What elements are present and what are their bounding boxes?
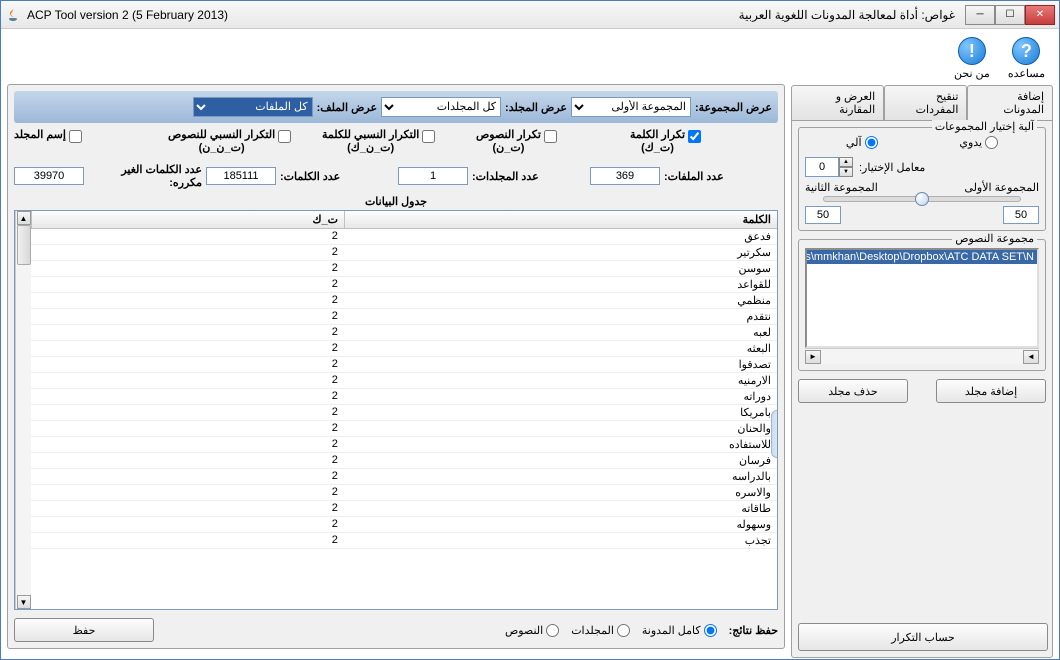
spinner-down[interactable]: ▼ (839, 167, 853, 177)
table-row[interactable]: منظمي2 (31, 293, 777, 309)
files-count-value (590, 167, 660, 185)
group-view-label: عرض المجموعة: (695, 101, 772, 114)
hscroll-right[interactable]: ► (805, 350, 821, 364)
radio-save-texts[interactable]: النصوص (505, 624, 559, 637)
table-row[interactable]: نتقدم2 (31, 309, 777, 325)
java-icon (5, 7, 21, 23)
table-row[interactable]: فرسان2 (31, 453, 777, 469)
folders-count-label: عدد المجلدات: (472, 170, 539, 183)
about-button[interactable]: ! من نحن (954, 37, 990, 80)
table-row[interactable]: سكرتير2 (31, 245, 777, 261)
table-row[interactable]: والحنان2 (31, 421, 777, 437)
check-text-freq[interactable] (544, 130, 557, 143)
group1-label: المجموعة الأولى (964, 181, 1039, 194)
unique-count-value (14, 167, 84, 185)
radio-auto[interactable]: آلي (846, 136, 878, 149)
titlebar: ACP Tool version 2 (5 February 2013) غوا… (1, 1, 1059, 29)
group-slider[interactable] (823, 196, 1021, 202)
maximize-button[interactable]: ☐ (995, 5, 1025, 25)
info-icon: ! (958, 37, 986, 65)
check-rel-word-freq[interactable] (422, 130, 435, 143)
window-title-en: ACP Tool version 2 (5 February 2013) (27, 8, 228, 22)
help-icon: ? (1012, 37, 1040, 65)
table-row[interactable]: طاقاته2 (31, 501, 777, 517)
radio-manual[interactable]: يدوي (959, 136, 998, 149)
table-row[interactable]: البعثه2 (31, 341, 777, 357)
table-row[interactable]: والاسره2 (31, 485, 777, 501)
folders-count-value (398, 167, 468, 185)
folder-view-select[interactable]: كل المجلدات (381, 97, 501, 117)
window-title-ar: غواص: أداة لمعالجة المدونات اللغوية العر… (739, 8, 955, 22)
words-count-label: عدد الكلمات: (280, 170, 340, 183)
tab-refine-vocab[interactable]: تنقيح المفردات (884, 85, 967, 121)
add-folder-button[interactable]: إضافة مجلد (936, 379, 1046, 403)
spinner-up[interactable]: ▲ (839, 157, 853, 167)
radio-save-corpus[interactable]: كامل المدونة (642, 624, 717, 637)
group-view-select[interactable]: المجموعة الأولى (571, 97, 691, 117)
data-table-title: جدول البيانات (14, 195, 778, 208)
save-results-label: حفظ نتائج: (729, 624, 778, 637)
table-row[interactable]: وسهوله2 (31, 517, 777, 533)
scroll-up-button[interactable]: ▲ (17, 211, 31, 225)
table-row[interactable]: بالدراسه2 (31, 469, 777, 485)
scroll-down-button[interactable]: ▼ (17, 595, 31, 609)
selection-factor-label: معامل الإختيار: (859, 161, 925, 174)
save-button[interactable]: حفظ (14, 618, 154, 642)
table-row[interactable]: دوراته2 (31, 389, 777, 405)
list-item[interactable]: C:\Users\mmkhan\Desktop\Dropbox\ATC DATA… (807, 250, 1037, 264)
table-row[interactable]: الارمنيه2 (31, 373, 777, 389)
files-count-label: عدد الملفات: (664, 170, 724, 183)
panel-resize-handle[interactable] (771, 410, 778, 458)
close-button[interactable]: ✕ (1025, 5, 1055, 25)
table-row[interactable]: للقواعد2 (31, 277, 777, 293)
texts-group-legend: مجموعة النصوص (952, 232, 1037, 245)
check-rel-text-freq[interactable] (278, 130, 291, 143)
delete-folder-button[interactable]: حذف مجلد (798, 379, 908, 403)
col-header-word[interactable]: الكلمة (344, 211, 777, 228)
col-header-tk[interactable]: ت_ك (31, 211, 344, 228)
file-view-label: عرض الملف: (317, 101, 377, 114)
table-row[interactable]: تجذب2 (31, 533, 777, 549)
tab-view-compare[interactable]: العرض و المقارنة (791, 85, 884, 121)
table-row[interactable]: بامريكا2 (31, 405, 777, 421)
group-select-legend: آلية إختيار المجموعات (932, 120, 1037, 133)
group2-value[interactable] (1003, 206, 1039, 224)
check-folder-name[interactable] (69, 130, 82, 143)
table-row[interactable]: لعبه2 (31, 325, 777, 341)
table-row[interactable]: سوسن2 (31, 261, 777, 277)
file-view-select[interactable]: كل الملفات (193, 97, 313, 117)
table-row[interactable]: تصدقوا2 (31, 357, 777, 373)
compute-frequency-button[interactable]: حساب التكرار (798, 623, 1048, 651)
group2-label: المجموعة الثانية (805, 181, 878, 194)
check-word-freq[interactable] (688, 130, 701, 143)
minimize-button[interactable]: ─ (965, 5, 995, 25)
folder-path-list[interactable]: C:\Users\mmkhan\Desktop\Dropbox\ATC DATA… (805, 248, 1039, 348)
unique-count-label: عدد الكلمات الغير مكرره: (88, 163, 202, 189)
words-count-value (206, 167, 276, 185)
tab-add-corpus[interactable]: إضافة المدونات (967, 85, 1053, 121)
slider-thumb[interactable] (915, 192, 929, 206)
selection-factor-input[interactable] (805, 157, 839, 177)
hscroll-left[interactable]: ◄ (1023, 350, 1039, 364)
table-row[interactable]: فدعق2 (31, 229, 777, 245)
folder-view-label: عرض المجلد: (505, 101, 567, 114)
group1-value[interactable] (805, 206, 841, 224)
radio-save-folders[interactable]: المجلدات (571, 624, 630, 637)
scroll-thumb[interactable] (17, 225, 31, 265)
table-row[interactable]: للاستفاده2 (31, 437, 777, 453)
help-button[interactable]: ? مساعده (1008, 37, 1045, 80)
